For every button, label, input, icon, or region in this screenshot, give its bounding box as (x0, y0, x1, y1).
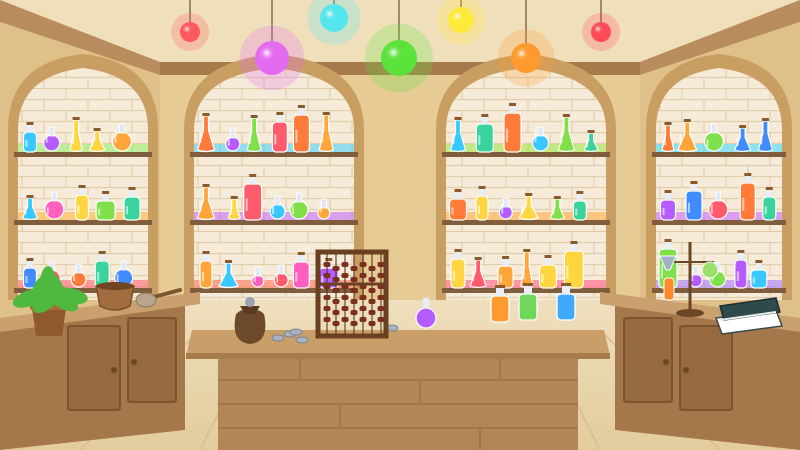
coin-icon[interactable] (271, 334, 285, 342)
shelf-board (442, 152, 610, 157)
alcove-brick-wall (18, 68, 148, 300)
alcove-center-right (436, 54, 616, 300)
center-table (186, 330, 610, 450)
potion-shop-scene (0, 0, 800, 450)
shelf-board (190, 152, 358, 157)
left-counter (0, 292, 200, 450)
shelf-board (190, 220, 358, 225)
alcove-center-left (184, 54, 364, 300)
shelf-board (14, 220, 152, 225)
shelf-board (652, 220, 786, 225)
alcove-far-left (8, 54, 158, 300)
shelf-board (14, 152, 152, 157)
potion-shop-illustration (0, 0, 800, 450)
shelf-glow (446, 144, 606, 152)
coin-icon[interactable] (289, 328, 303, 336)
shelf-board (442, 220, 610, 225)
coin-icon[interactable] (295, 336, 309, 344)
mortar-icon[interactable] (95, 282, 135, 311)
shelf-board (652, 152, 786, 157)
